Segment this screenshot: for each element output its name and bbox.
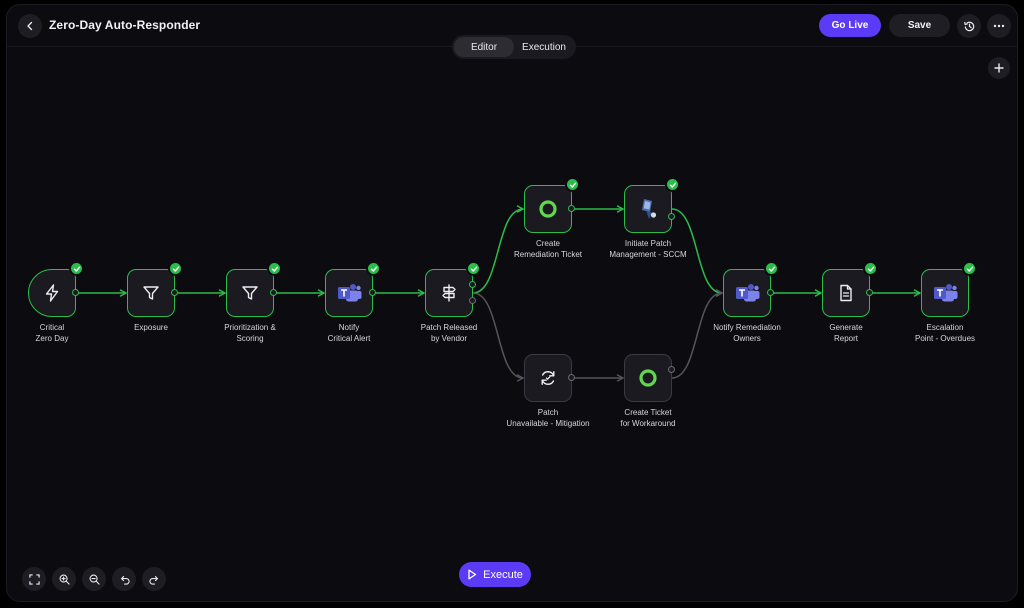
success-check-icon xyxy=(466,261,481,276)
node-escalation[interactable] xyxy=(921,261,977,317)
success-check-icon xyxy=(863,261,878,276)
node-generate-report[interactable] xyxy=(822,261,878,317)
success-check-icon xyxy=(764,261,779,276)
output-port[interactable] xyxy=(866,289,873,296)
node-label: Escalation Point - Overdues xyxy=(914,323,976,343)
success-check-icon xyxy=(962,261,977,276)
output-port[interactable] xyxy=(469,281,476,288)
node-label: Patch Released by Vendor xyxy=(420,323,478,343)
redo-icon xyxy=(148,575,158,585)
output-port[interactable] xyxy=(568,374,575,381)
node-create-ticket[interactable] xyxy=(524,177,580,233)
app-window: Zero-Day Auto-Responder Go Live Save Edi… xyxy=(6,4,1018,602)
filter-icon xyxy=(141,283,161,303)
fit-view-icon xyxy=(28,573,40,585)
node-exposure[interactable] xyxy=(127,261,183,317)
bolt-icon xyxy=(42,283,62,303)
output-port[interactable] xyxy=(171,289,178,296)
output-port[interactable] xyxy=(668,213,675,220)
play-icon xyxy=(468,569,477,580)
output-port[interactable] xyxy=(270,289,277,296)
node-label: Create Ticket for Workaround xyxy=(620,408,676,428)
output-port[interactable] xyxy=(469,297,476,304)
teams-icon xyxy=(336,282,362,304)
filter-icon xyxy=(240,283,260,303)
undo-icon xyxy=(120,575,130,585)
success-check-icon xyxy=(168,261,183,276)
output-port[interactable] xyxy=(72,289,79,296)
servicenow-icon xyxy=(537,198,559,220)
sccm-icon xyxy=(637,197,659,221)
success-check-icon xyxy=(69,261,84,276)
node-prioritization[interactable] xyxy=(226,261,282,317)
node-label: Initiate Patch Management - SCCM xyxy=(609,239,687,259)
node-workaround-ticket[interactable] xyxy=(624,354,672,402)
document-icon xyxy=(836,283,856,303)
zoom-in-button[interactable] xyxy=(52,567,76,591)
zoom-in-icon xyxy=(59,574,70,585)
undo-button[interactable] xyxy=(112,567,136,591)
node-critical-zero-day[interactable] xyxy=(28,261,84,317)
redo-button[interactable] xyxy=(142,567,166,591)
node-initiate-patch[interactable] xyxy=(624,177,680,233)
output-port[interactable] xyxy=(668,366,675,373)
output-port[interactable] xyxy=(369,289,376,296)
servicenow-icon xyxy=(637,367,659,389)
refresh-icon xyxy=(538,368,558,388)
execute-label: Execute xyxy=(483,568,523,581)
fit-view-button[interactable] xyxy=(22,567,46,591)
zoom-out-button[interactable] xyxy=(82,567,106,591)
success-check-icon xyxy=(665,177,680,192)
node-notify-critical[interactable] xyxy=(325,261,381,317)
teams-icon xyxy=(734,282,760,304)
signpost-icon xyxy=(439,283,459,303)
success-check-icon xyxy=(267,261,282,276)
execute-button[interactable]: Execute xyxy=(459,562,531,587)
output-port[interactable] xyxy=(767,289,774,296)
node-notify-owners[interactable] xyxy=(723,261,779,317)
node-patch-released[interactable] xyxy=(425,261,481,317)
success-check-icon xyxy=(366,261,381,276)
teams-icon xyxy=(932,282,958,304)
node-patch-unavailable[interactable] xyxy=(524,354,572,402)
output-port[interactable] xyxy=(568,205,575,212)
zoom-out-icon xyxy=(89,574,100,585)
success-check-icon xyxy=(565,177,580,192)
